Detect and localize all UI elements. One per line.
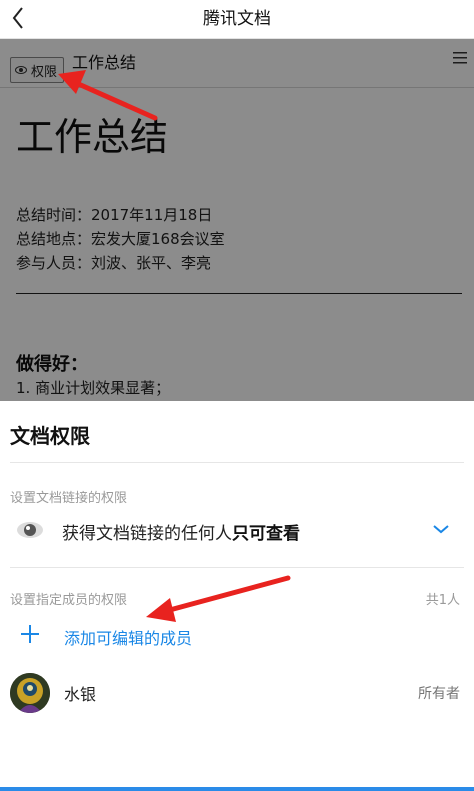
eye-icon [17, 522, 43, 538]
link-permission-section-label: 设置文档链接的权限 [10, 491, 128, 506]
avatar [10, 673, 50, 713]
menu-icon[interactable] [452, 51, 468, 65]
member-name: 水银 [64, 685, 97, 704]
member-count: 共1人 [425, 593, 460, 608]
avatar-image [10, 673, 50, 713]
document-list-item: 1. 商业计划效果显著； [16, 379, 171, 397]
divider [10, 567, 464, 568]
permission-button-label: 权限 [31, 64, 58, 80]
document-line: 总结地点：宏发大厦168会议室 [16, 230, 225, 248]
link-permission-prefix: 获得文档链接的任何人 [62, 524, 232, 544]
document-body: 工作总结 总结时间：2017年11月18日 总结地点：宏发大厦168会议室 参与… [16, 111, 462, 275]
document-title: 工作总结 [16, 115, 169, 159]
bottom-accent-bar [0, 787, 474, 791]
plus-icon [21, 625, 39, 643]
document-line: 参与人员：刘波、张平、李亮 [16, 254, 212, 272]
member-role: 所有者 [418, 686, 460, 702]
nav-title: 腾讯文档 [203, 9, 271, 29]
eye-icon [15, 66, 27, 74]
divider [10, 462, 464, 463]
permission-sheet: 文档权限 设置文档链接的权限 获得文档链接的任何人只可查看 设置指定成员的权限 … [0, 401, 474, 791]
horizontal-rule [16, 293, 462, 294]
document-preview: 权限 工作总结 工作总结 总结时间：2017年11月18日 总结地点：宏发大厦1… [0, 39, 474, 401]
document-section-heading: 做得好： [16, 354, 88, 375]
nav-bar: 腾讯文档 [0, 0, 474, 39]
document-line: 总结时间：2017年11月18日 [16, 206, 213, 224]
chevron-down-icon[interactable] [432, 523, 450, 535]
sheet-title: 文档权限 [10, 424, 90, 448]
member-row[interactable]: 水银 所有者 [0, 669, 474, 719]
members-section-label: 设置指定成员的权限 [10, 593, 128, 608]
document-header-title: 工作总结 [72, 53, 137, 72]
permission-button[interactable]: 权限 [10, 57, 65, 83]
add-editor-button[interactable]: 添加可编辑的成员 [0, 619, 474, 653]
link-permission-value: 只可查看 [232, 524, 300, 544]
link-permission-selector[interactable]: 获得文档链接的任何人只可查看 [0, 507, 474, 555]
add-editor-label: 添加可编辑的成员 [64, 629, 193, 648]
document-header: 权限 工作总结 [0, 39, 474, 88]
link-permission-text: 获得文档链接的任何人只可查看 [62, 519, 300, 544]
